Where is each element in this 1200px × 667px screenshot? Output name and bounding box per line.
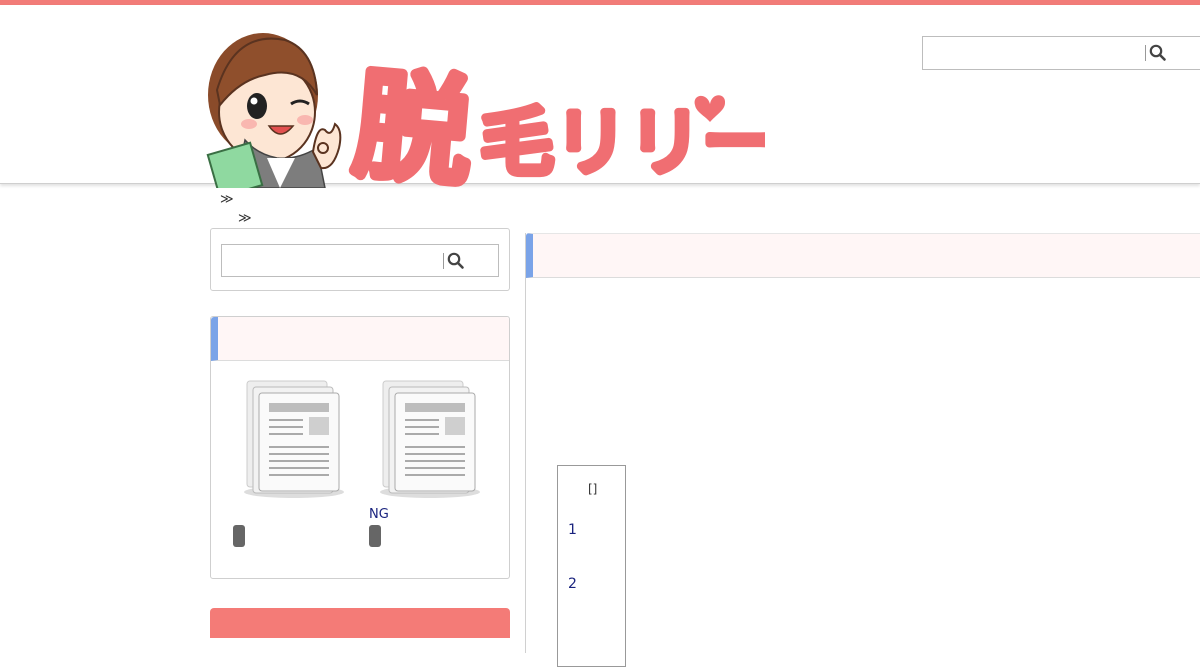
breadcrumb-separator: ≫ bbox=[238, 211, 252, 226]
site-logo[interactable]: 脱 毛リリー bbox=[205, 20, 765, 188]
search-divider bbox=[1145, 45, 1146, 61]
article-heading bbox=[526, 233, 1200, 278]
sidebar-post-widget: NG bbox=[210, 316, 510, 579]
sidebar-search-widget bbox=[210, 228, 510, 291]
sidebar-pink-heading bbox=[210, 608, 510, 638]
post-title-link[interactable]: NG bbox=[369, 507, 389, 522]
main-content: [] 1 2 bbox=[525, 233, 1200, 667]
document-icon[interactable] bbox=[375, 377, 485, 502]
search-icon[interactable] bbox=[446, 251, 466, 271]
search-divider bbox=[443, 253, 444, 269]
svg-text:脱: 脱 bbox=[348, 55, 478, 188]
document-icon[interactable] bbox=[239, 377, 349, 502]
mascot-illustration bbox=[206, 33, 342, 188]
logo-lettering: 脱 毛リリー bbox=[345, 51, 765, 188]
breadcrumb-separator: ≫ bbox=[220, 192, 234, 207]
svg-text:毛リリー: 毛リリー bbox=[480, 100, 765, 186]
toc-item-link[interactable]: 2 bbox=[568, 576, 577, 592]
category-badge[interactable] bbox=[369, 525, 381, 547]
category-badge[interactable] bbox=[233, 525, 245, 547]
sidebar-search-input[interactable] bbox=[221, 244, 499, 277]
toc-item-link[interactable]: 1 bbox=[568, 522, 577, 538]
toc-toggle[interactable]: [] bbox=[588, 482, 597, 496]
table-of-contents: [] 1 2 bbox=[557, 465, 626, 667]
site-header: 脱 毛リリー bbox=[0, 5, 1200, 188]
widget-title bbox=[211, 317, 509, 361]
header-search-input[interactable] bbox=[922, 36, 1200, 70]
search-icon[interactable] bbox=[1148, 43, 1168, 63]
